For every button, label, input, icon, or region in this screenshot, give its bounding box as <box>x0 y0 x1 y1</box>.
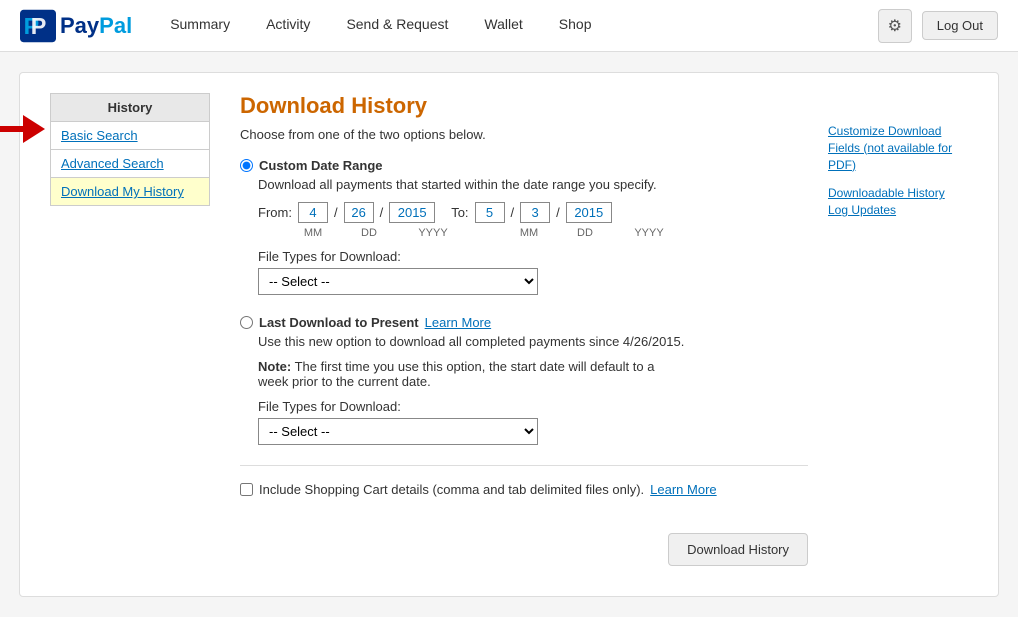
logo-area: P P PayPal <box>20 8 132 44</box>
nav-right: ⚙ Log Out <box>878 9 998 43</box>
custom-date-range-section: Custom Date Range Download all payments … <box>240 158 808 295</box>
sep4: / <box>556 205 560 220</box>
sidebar-basic-search[interactable]: Basic Search <box>50 122 210 150</box>
custom-date-radio[interactable] <box>240 159 253 172</box>
option2-note: Note: The first time you use this option… <box>258 359 658 389</box>
date-hints-row: MM DD YYYY MM DD YYYY <box>258 227 808 239</box>
to-month-input[interactable] <box>475 202 505 223</box>
file-type-dropdown-2[interactable]: -- Select -- <box>258 418 538 445</box>
file-type-dropdown-1[interactable]: -- Select -- <box>258 268 538 295</box>
date-from-row: From: / / To: / / <box>258 202 808 223</box>
to-year-input[interactable] <box>566 202 612 223</box>
arrow-head <box>23 115 45 143</box>
main-container: History Basic Search Advanced Search Dow… <box>19 72 999 597</box>
history-log-updates-link[interactable]: Downloadable History Log Updates <box>828 185 968 219</box>
from-year-input[interactable] <box>389 202 435 223</box>
learn-more-link-2[interactable]: Learn More <box>650 482 716 497</box>
bottom-action-bar: Download History <box>240 517 808 566</box>
full-content-layout: History Basic Search Advanced Search Dow… <box>50 93 968 566</box>
file-type-select-row-1: -- Select -- <box>258 268 808 295</box>
top-navigation: P P PayPal Summary Activity Send & Reque… <box>0 0 1018 52</box>
note-content: The first time you use this option, the … <box>258 359 654 389</box>
paypal-wordmark2: Pal <box>99 13 132 39</box>
hint-to-yyyy: YYYY <box>626 227 672 239</box>
option1-title: Custom Date Range <box>259 158 383 173</box>
customize-fields-link[interactable]: Customize Download Fields (not available… <box>828 123 968 173</box>
page-subtitle: Choose from one of the two options below… <box>240 127 808 142</box>
sidebar: History Basic Search Advanced Search Dow… <box>50 93 210 566</box>
to-label: To: <box>451 205 468 220</box>
settings-button[interactable]: ⚙ <box>878 9 912 43</box>
nav-shop[interactable]: Shop <box>541 0 610 52</box>
option1-description: Download all payments that started withi… <box>258 177 808 192</box>
download-history-button[interactable]: Download History <box>668 533 808 566</box>
right-sidebar: Customize Download Fields (not available… <box>828 93 968 566</box>
checkbox-label: Include Shopping Cart details (comma and… <box>259 482 644 497</box>
hint-to-dd: DD <box>570 227 600 239</box>
learn-more-link-1[interactable]: Learn More <box>425 315 491 330</box>
hint-from-yyyy: YYYY <box>410 227 456 239</box>
paypal-wordmark: Pay <box>60 13 99 39</box>
download-history-content: Download History Choose from one of the … <box>240 93 808 566</box>
last-download-radio[interactable] <box>240 316 253 329</box>
paypal-logo: P P <box>20 8 56 44</box>
arrow-indicator <box>0 115 45 143</box>
from-label: From: <box>258 205 292 220</box>
arrow-tail <box>0 126 25 132</box>
nav-wallet[interactable]: Wallet <box>466 0 540 52</box>
nav-send-request[interactable]: Send & Request <box>328 0 466 52</box>
option2-title: Last Download to Present <box>259 315 419 330</box>
sep3: / <box>511 205 515 220</box>
logout-button[interactable]: Log Out <box>922 11 998 40</box>
to-day-input[interactable] <box>520 202 550 223</box>
nav-links: Summary Activity Send & Request Wallet S… <box>152 0 878 52</box>
last-download-section: Last Download to Present Learn More Use … <box>240 315 808 445</box>
shopping-cart-checkbox-row: Include Shopping Cart details (comma and… <box>240 465 808 497</box>
sidebar-advanced-search[interactable]: Advanced Search <box>50 150 210 178</box>
from-day-input[interactable] <box>344 202 374 223</box>
from-month-input[interactable] <box>298 202 328 223</box>
option2-header: Last Download to Present Learn More <box>240 315 808 330</box>
file-type-label-2: File Types for Download: <box>258 399 808 414</box>
sidebar-download-history[interactable]: Download My History <box>50 178 210 206</box>
option1-header: Custom Date Range <box>240 158 808 173</box>
svg-text:P: P <box>31 13 47 39</box>
hint-from-mm: MM <box>298 227 328 239</box>
nav-summary[interactable]: Summary <box>152 0 248 52</box>
shopping-cart-checkbox[interactable] <box>240 483 253 496</box>
nav-activity[interactable]: Activity <box>248 0 328 52</box>
sidebar-title: History <box>50 93 210 122</box>
sep2: / <box>380 205 384 220</box>
file-type-select-row-2: -- Select -- <box>258 418 808 445</box>
hint-to-mm: MM <box>514 227 544 239</box>
sep1: / <box>334 205 338 220</box>
option2-description: Use this new option to download all comp… <box>258 334 808 349</box>
note-bold: Note: <box>258 359 291 374</box>
page-title: Download History <box>240 93 808 119</box>
hint-from-dd: DD <box>354 227 384 239</box>
file-type-label-1: File Types for Download: <box>258 249 808 264</box>
